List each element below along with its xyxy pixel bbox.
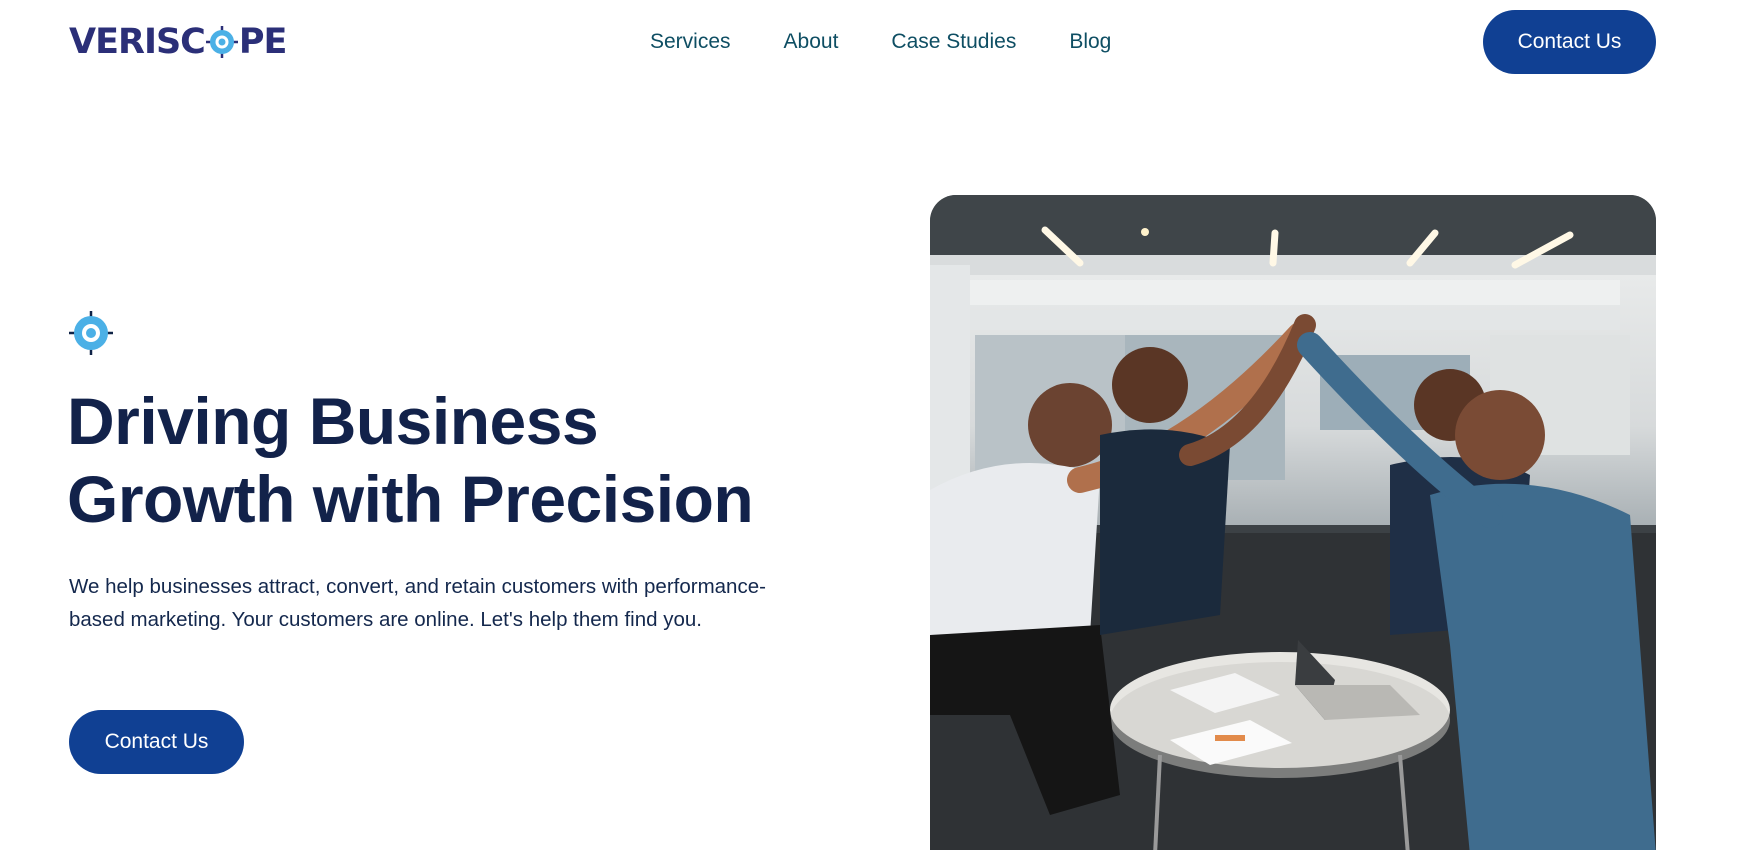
hero-title: Driving Business Growth with Precision xyxy=(67,382,847,538)
hero-description: We help businesses attract, convert, and… xyxy=(69,575,766,631)
nav-item-case-studies[interactable]: Case Studies xyxy=(891,28,1016,56)
hero-title-line2: Growth with Precision xyxy=(67,462,754,536)
target-icon xyxy=(205,26,238,58)
nav-item-about[interactable]: About xyxy=(784,28,839,56)
brand-logo[interactable]: VERISC PE xyxy=(69,22,288,62)
nav-item-blog[interactable]: Blog xyxy=(1069,28,1111,56)
header-contact-button[interactable]: Contact Us xyxy=(1483,10,1656,74)
nav-item-services[interactable]: Services xyxy=(650,28,731,56)
logo-text-right: PE xyxy=(238,22,288,62)
main-nav: Services About Case Studies Blog xyxy=(650,28,1164,56)
hero-title-line1: Driving Business xyxy=(67,384,599,458)
site-header: VERISC PE Services About Case Studies Bl… xyxy=(0,0,1744,84)
logo-text-left: VERISC xyxy=(69,22,206,62)
hero-contact-button[interactable]: Contact Us xyxy=(69,710,244,774)
target-icon xyxy=(69,311,113,355)
page: VERISC PE Services About Case Studies Bl… xyxy=(0,0,1744,850)
team-high-five-photo xyxy=(930,195,1656,850)
